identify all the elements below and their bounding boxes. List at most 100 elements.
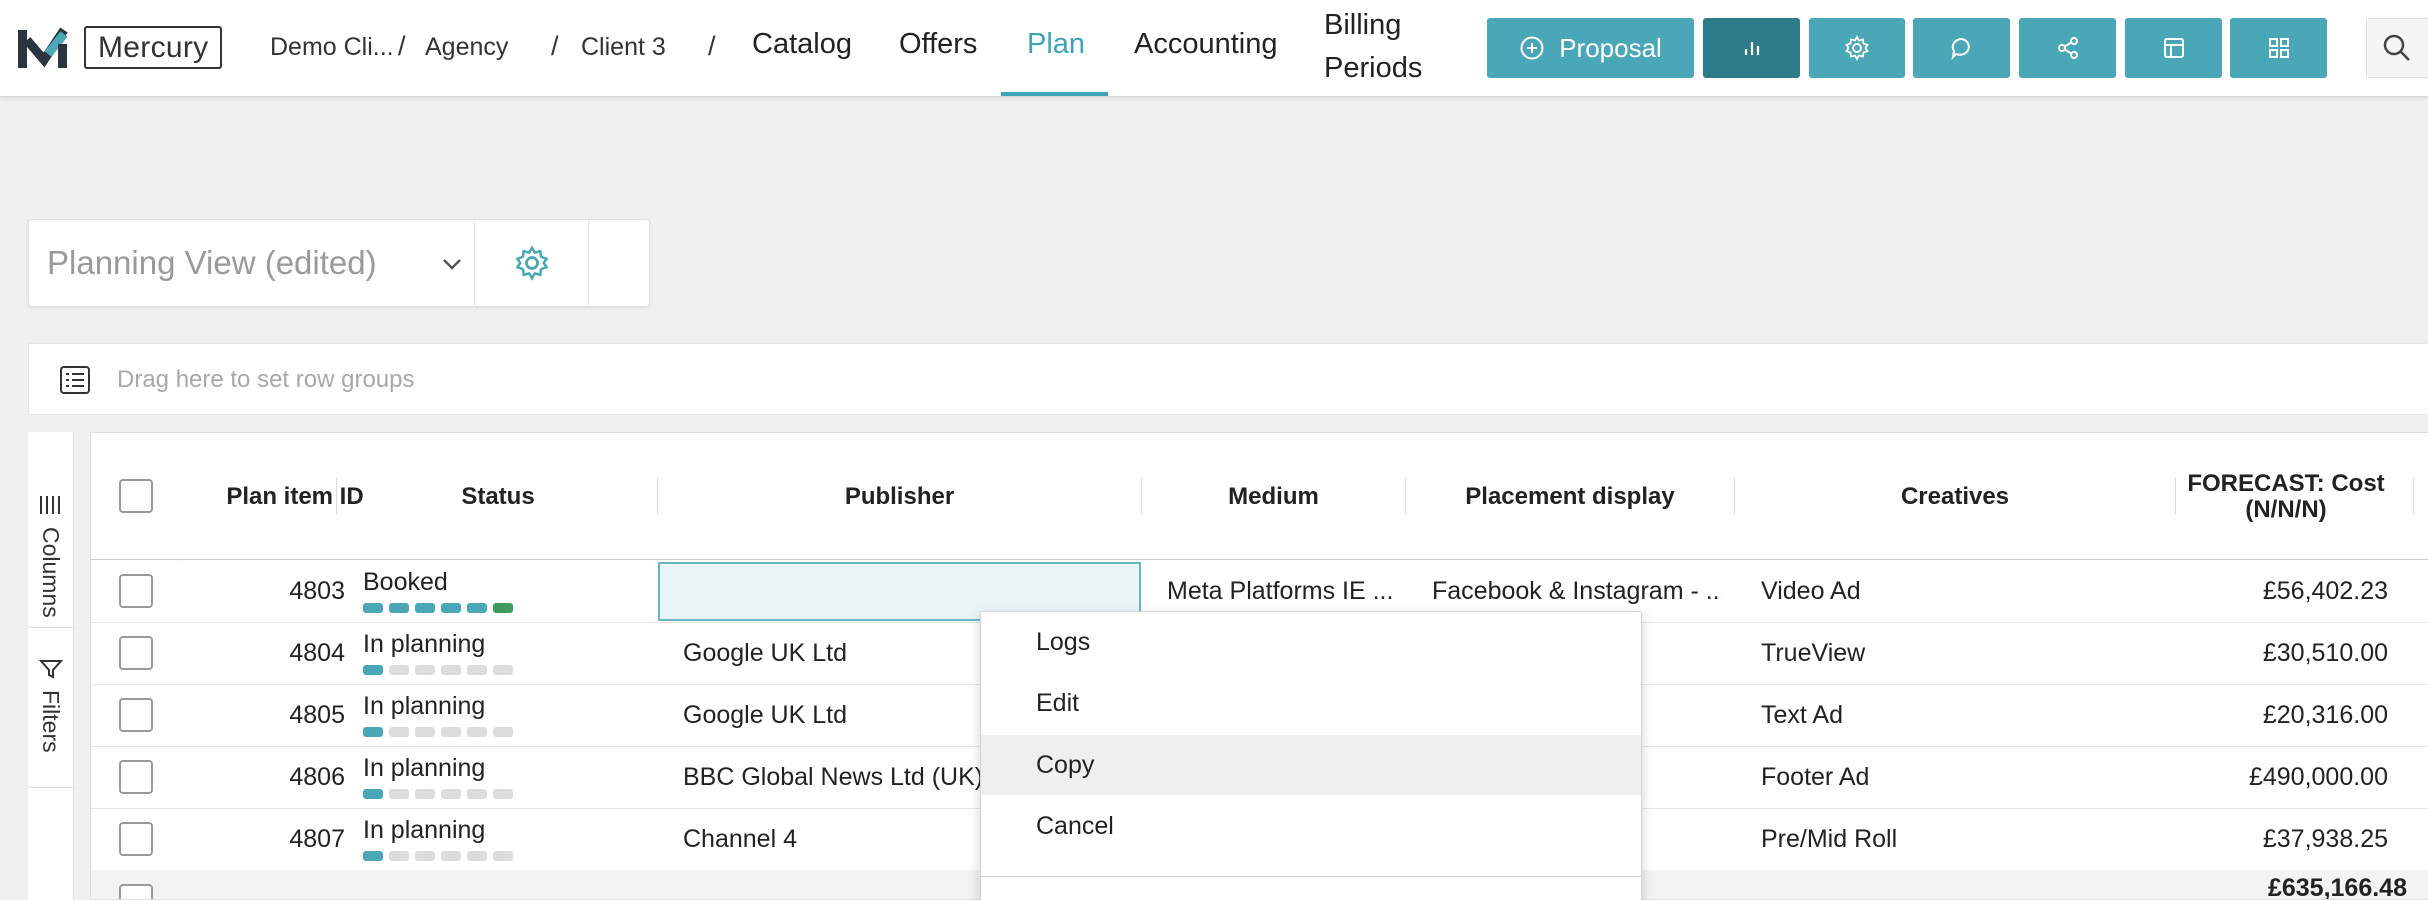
status-progress-indicator bbox=[363, 851, 513, 861]
tab-billing-periods[interactable]: Billing Periods bbox=[1324, 4, 1422, 90]
share-button[interactable] bbox=[2019, 18, 2116, 78]
tab-catalog[interactable]: Catalog bbox=[752, 28, 852, 61]
cell-forecast-cost[interactable]: £37,938.25 bbox=[2191, 809, 2388, 870]
grid-icon bbox=[2268, 38, 2289, 58]
header-publisher[interactable]: Publisher bbox=[658, 433, 1141, 560]
context-menu-item-cancel[interactable]: Cancel bbox=[981, 796, 1641, 856]
settings-button[interactable] bbox=[1809, 18, 1905, 78]
tab-billing-periods-line-1: Billing bbox=[1324, 9, 1402, 41]
view-settings-button[interactable] bbox=[475, 220, 589, 306]
tab-accounting[interactable]: Accounting bbox=[1134, 28, 1278, 61]
tab-offers[interactable]: Offers bbox=[899, 28, 977, 61]
active-tab-indicator bbox=[1001, 92, 1108, 96]
cell-plan-item-id[interactable]: 4806 bbox=[203, 747, 345, 808]
bar-chart-icon bbox=[1744, 42, 1759, 55]
row-checkbox[interactable] bbox=[119, 760, 153, 794]
cell-status[interactable]: Booked bbox=[363, 561, 653, 622]
tab-plan[interactable]: Plan bbox=[1027, 28, 1085, 61]
view-select-dropdown[interactable]: Planning View (edited) bbox=[29, 220, 475, 306]
cell-status[interactable]: In planning bbox=[363, 685, 653, 746]
status-progress-step bbox=[441, 851, 461, 861]
grid-header: Plan item ID Status Publisher Medium Pla… bbox=[91, 433, 2428, 560]
status-progress-step bbox=[363, 727, 383, 737]
status-progress-step bbox=[415, 851, 435, 861]
status-progress-step bbox=[363, 789, 383, 799]
header-status[interactable]: Status bbox=[339, 433, 657, 560]
cell-status[interactable]: In planning bbox=[363, 809, 653, 870]
breadcrumb-item-agency[interactable]: Agency bbox=[425, 33, 508, 62]
tab-billing-periods-line-2: Periods bbox=[1324, 52, 1423, 84]
share-icon bbox=[2057, 37, 2078, 59]
cell-plan-item-id[interactable]: 4805 bbox=[203, 685, 345, 746]
cell-creatives[interactable]: Text Ad bbox=[1761, 685, 2161, 746]
select-all-checkbox[interactable] bbox=[119, 479, 153, 513]
tool-side-panel: Columns Filters bbox=[28, 432, 74, 900]
header-separator[interactable] bbox=[336, 477, 337, 515]
cell-forecast-cost[interactable]: £490,000.00 bbox=[2191, 747, 2388, 808]
comments-button[interactable] bbox=[1913, 18, 2010, 78]
row-checkbox[interactable] bbox=[119, 574, 153, 608]
status-text: In planning bbox=[363, 816, 486, 844]
breadcrumb-item-client-3[interactable]: Client 3 bbox=[581, 33, 666, 62]
proposal-button[interactable]: Proposal bbox=[1487, 18, 1694, 78]
breadcrumb-item-client[interactable]: Demo Cli... bbox=[270, 33, 394, 62]
context-menu-item-logs[interactable]: Logs bbox=[981, 612, 1641, 672]
layout-button[interactable] bbox=[2125, 18, 2222, 78]
breadcrumb-separator: / bbox=[398, 31, 406, 61]
status-progress-step bbox=[441, 665, 461, 675]
comment-icon bbox=[1951, 37, 1970, 60]
total-forecast-cost: £635,166.48 bbox=[2267, 874, 2407, 900]
cell-plan-item-id[interactable]: 4803 bbox=[203, 561, 345, 622]
header-forecast-cost[interactable]: FORECAST: Cost (N/N/N) bbox=[2186, 433, 2386, 560]
row-checkbox[interactable] bbox=[119, 636, 153, 670]
cell-forecast-cost[interactable]: £20,316.00 bbox=[2191, 685, 2388, 746]
header-creatives[interactable]: Creatives bbox=[1735, 433, 2175, 560]
cell-creatives[interactable]: Footer Ad bbox=[1761, 747, 2161, 808]
columns-tool-tab[interactable]: Columns bbox=[28, 432, 74, 628]
header-separator[interactable] bbox=[2175, 477, 2176, 515]
status-progress-step bbox=[467, 789, 487, 799]
columns-tool-label: Columns bbox=[38, 527, 64, 618]
row-groups-drop-zone[interactable]: Drag here to set row groups bbox=[28, 343, 2428, 415]
header-placement-display[interactable]: Placement display bbox=[1406, 433, 1734, 560]
cell-creatives[interactable]: Pre/Mid Roll bbox=[1761, 809, 2161, 870]
context-menu-item-copy[interactable]: Copy bbox=[981, 735, 1641, 795]
status-progress-step bbox=[441, 789, 461, 799]
row-checkbox[interactable] bbox=[119, 698, 153, 732]
cell-forecast-cost[interactable]: £56,402.23 bbox=[2191, 561, 2388, 622]
view-selector-panel: Planning View (edited) bbox=[28, 219, 650, 307]
context-menu-item-edit[interactable]: Edit bbox=[981, 673, 1641, 733]
status-progress-step bbox=[467, 851, 487, 861]
gear-icon bbox=[515, 245, 548, 281]
search-icon bbox=[2383, 34, 2410, 61]
cell-plan-item-id[interactable]: 4807 bbox=[203, 809, 345, 870]
cell-creatives[interactable]: TrueView bbox=[1761, 623, 2161, 684]
header-separator[interactable] bbox=[2413, 477, 2414, 515]
global-search-button[interactable] bbox=[2366, 18, 2428, 78]
filters-tool-tab[interactable]: Filters bbox=[28, 628, 74, 788]
status-progress-indicator bbox=[363, 727, 513, 737]
row-groups-icon bbox=[60, 366, 90, 394]
cell-forecast-cost[interactable]: £30,510.00 bbox=[2191, 623, 2388, 684]
mercury-logo-icon[interactable] bbox=[18, 26, 70, 70]
status-progress-step bbox=[363, 665, 383, 675]
view-select-value: Planning View (edited) bbox=[47, 244, 377, 281]
status-progress-step bbox=[389, 727, 409, 737]
reports-button[interactable] bbox=[1703, 18, 1800, 78]
apps-grid-button[interactable] bbox=[2230, 18, 2327, 78]
cell-status[interactable]: In planning bbox=[363, 623, 653, 684]
header-medium[interactable]: Medium bbox=[1142, 433, 1405, 560]
status-text: In planning bbox=[363, 692, 486, 720]
cell-status[interactable]: In planning bbox=[363, 747, 653, 808]
cell-plan-item-id[interactable]: 4804 bbox=[203, 623, 345, 684]
row-checkbox[interactable] bbox=[119, 822, 153, 856]
breadcrumb-separator: / bbox=[708, 31, 716, 61]
status-progress-indicator bbox=[363, 789, 513, 799]
status-text: In planning bbox=[363, 754, 486, 782]
status-progress-step bbox=[415, 727, 435, 737]
cell-creatives[interactable]: Video Ad bbox=[1761, 561, 2161, 622]
app-logo-text[interactable]: Mercury bbox=[84, 26, 223, 69]
total-row-checkbox[interactable] bbox=[119, 884, 153, 899]
row-groups-placeholder: Drag here to set row groups bbox=[117, 366, 415, 393]
status-progress-step bbox=[363, 851, 383, 861]
